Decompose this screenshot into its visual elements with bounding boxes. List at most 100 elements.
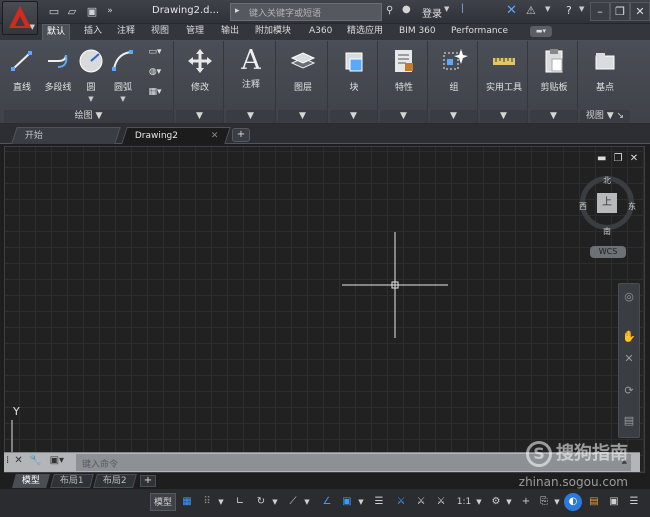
open-folder-icon[interactable]: ▱	[64, 4, 80, 19]
rectangle-tool-icon[interactable]: ▭▾	[144, 47, 166, 67]
view-panel-title[interactable]: 视图 ▼ ↘	[580, 110, 630, 123]
ortho-icon[interactable]: ∟	[232, 493, 248, 511]
chevron-down-icon[interactable]: ▼	[302, 493, 312, 511]
drawing-canvas[interactable]	[4, 146, 645, 473]
network-icon[interactable]: ⚠	[526, 4, 536, 17]
modify-button[interactable]: 修改	[177, 45, 223, 103]
chevron-down-icon[interactable]: ▼	[545, 5, 550, 13]
chevron-down-icon[interactable]: ▼	[356, 493, 366, 511]
grip-icon[interactable]: ⁞	[6, 455, 9, 466]
units-icon[interactable]: ⎘	[536, 493, 552, 511]
annotation-scale-icon[interactable]: ⚔	[432, 493, 450, 511]
block-button[interactable]: 块	[331, 45, 377, 103]
compass-south[interactable]: 南	[603, 226, 611, 237]
chevron-down-icon[interactable]: ▼	[216, 493, 226, 511]
viewport-restore-icon[interactable]: ❐	[614, 153, 623, 164]
boundary-tool-icon[interactable]: ▦▾	[144, 87, 166, 107]
chevron-down-icon[interactable]: ▼	[504, 493, 514, 511]
groups-dropdown-icon[interactable]: ▼	[430, 110, 477, 123]
groups-button[interactable]: 组	[431, 45, 477, 103]
customization-icon[interactable]: ☰	[626, 493, 642, 511]
chevron-down-icon[interactable]: ▼	[552, 493, 562, 511]
tab-manage[interactable]: 管理	[182, 24, 208, 40]
object-snap-tracking-icon[interactable]: ∠	[318, 493, 336, 511]
hatch-tool-icon[interactable]: ◍▾	[144, 67, 166, 87]
tab-performance[interactable]: Performance	[447, 24, 512, 40]
modify-dropdown-icon[interactable]: ▼	[176, 110, 223, 123]
draw-panel-title[interactable]: 绘图 ▼	[4, 110, 173, 123]
wcs-dropdown[interactable]: WCS	[590, 246, 626, 258]
plus-icon[interactable]: +	[518, 493, 534, 511]
new-file-icon[interactable]: ▭	[46, 4, 62, 19]
help-icon[interactable]: ?	[566, 4, 572, 17]
tab-model[interactable]: 模型	[12, 474, 50, 488]
tab-start[interactable]: 开始	[11, 127, 121, 144]
viewport-close-icon[interactable]: ✕	[630, 153, 638, 164]
showmotion-icon[interactable]: ▤	[622, 414, 636, 428]
properties-button[interactable]: 特性	[381, 45, 427, 103]
new-tab-button[interactable]: +	[232, 128, 250, 142]
layers-dropdown-icon[interactable]: ▼	[278, 110, 327, 123]
tab-addins[interactable]: 附加模块	[251, 24, 295, 40]
tab-layout1[interactable]: 布局1	[50, 474, 94, 488]
chevron-down-icon[interactable]: ▼	[106, 95, 140, 103]
tab-insert[interactable]: 插入	[80, 24, 106, 40]
ribbon-toggle-icon[interactable]: ▬▾	[530, 26, 552, 37]
compass-west[interactable]: 西	[579, 201, 587, 212]
tab-default[interactable]: 默认	[42, 24, 71, 40]
model-space-button[interactable]: 模型	[150, 493, 176, 511]
chevron-down-icon[interactable]: ▼	[579, 5, 584, 13]
zoom-icon[interactable]: ✕	[622, 352, 636, 366]
grid-icon[interactable]: ▦	[178, 493, 196, 511]
chevron-down-icon[interactable]: ▼	[474, 493, 484, 511]
utilities-button[interactable]: 实用工具	[481, 45, 527, 103]
command-history-icon[interactable]: ▣▾	[50, 455, 64, 466]
annotation-dropdown-icon[interactable]: ▼	[226, 110, 275, 123]
isodraft-icon[interactable]: ⟋	[284, 493, 302, 511]
binoculars-icon[interactable]: ⚲	[386, 5, 393, 16]
orbit-icon[interactable]: ⟳	[622, 384, 636, 398]
tab-featured-apps[interactable]: 精选应用	[343, 24, 387, 40]
add-layout-button[interactable]: +	[140, 475, 156, 487]
hardware-acceleration-icon[interactable]: ▤	[586, 493, 602, 511]
line-button[interactable]: 直线	[6, 45, 38, 103]
clean-screen-icon[interactable]: ▣	[606, 493, 622, 511]
polar-tracking-icon[interactable]: ↻	[252, 493, 270, 511]
tab-layout2[interactable]: 布局2	[93, 474, 137, 488]
annotation-button[interactable]: A 注释	[228, 45, 274, 103]
exchange-icon[interactable]: ✕	[506, 3, 517, 18]
layers-button[interactable]: 图层	[280, 45, 326, 103]
workspace-gear-icon[interactable]: ⚙	[488, 493, 504, 511]
compass-north[interactable]: 北	[603, 175, 611, 186]
annotation-scale-value[interactable]: 1:1	[453, 493, 475, 511]
utilities-dropdown-icon[interactable]: ▼	[480, 110, 527, 123]
chevron-down-icon[interactable]: ▼	[76, 95, 106, 103]
auto-scale-icon[interactable]: ⚔	[412, 493, 430, 511]
tab-annotate[interactable]: 注释	[113, 24, 139, 40]
base-point-button[interactable]: 基点	[582, 45, 628, 103]
polyline-button[interactable]: 多段线	[38, 45, 78, 103]
snap-icon[interactable]: ⠿	[198, 493, 216, 511]
customize-wrench-icon[interactable]: 🔧	[29, 455, 41, 466]
viewcube-top-face[interactable]: 上	[597, 193, 617, 213]
arc-button[interactable]: 圆弧 ▼	[106, 45, 140, 103]
properties-dropdown-icon[interactable]: ▼	[380, 110, 427, 123]
minimize-button[interactable]: –	[590, 2, 610, 21]
lineweight-icon[interactable]: ☰	[370, 493, 388, 511]
close-button[interactable]: ✕	[630, 2, 650, 21]
tab-drawing2[interactable]: Drawing2 ✕	[121, 127, 231, 144]
tab-output[interactable]: 输出	[217, 24, 243, 40]
search-input[interactable]: ▸ 键入关键字或短语	[230, 3, 382, 21]
steering-wheel-icon[interactable]: ◎	[622, 290, 636, 304]
circle-button[interactable]: 圆 ▼	[76, 45, 106, 103]
viewport-minimize-icon[interactable]: ▬	[597, 153, 606, 164]
close-tab-icon[interactable]: ✕	[211, 128, 219, 144]
app-menu-button[interactable]: ▼	[2, 1, 38, 35]
command-close-icon[interactable]: ✕	[14, 455, 22, 466]
block-dropdown-icon[interactable]: ▼	[330, 110, 377, 123]
more-tools-icon[interactable]: »	[102, 4, 118, 19]
save-icon[interactable]: ▣	[84, 4, 100, 19]
chevron-down-icon[interactable]: ▼	[270, 493, 280, 511]
tab-a360[interactable]: A360	[305, 24, 336, 40]
annotation-visibility-icon[interactable]: ⚔	[392, 493, 410, 511]
